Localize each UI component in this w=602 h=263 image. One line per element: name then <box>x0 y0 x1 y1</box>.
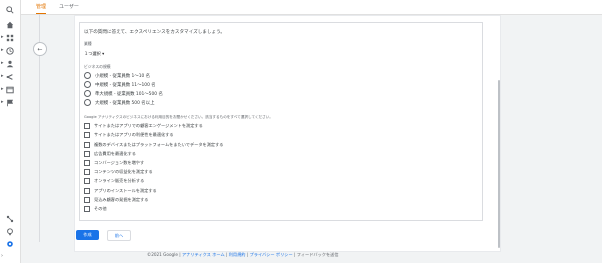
discover-lightbulb-icon[interactable] <box>3 226 17 238</box>
industry-select[interactable]: １つ選択 ▾ <box>84 51 104 57</box>
usage-checkbox-item[interactable]: サイトまたはアプリの利便性を最適化する <box>84 132 174 138</box>
previous-button[interactable]: 前へ <box>107 230 131 241</box>
checkbox[interactable] <box>84 188 90 194</box>
industry-label: 業種 <box>84 41 92 46</box>
admin-gear-icon[interactable] <box>3 238 17 250</box>
checkbox[interactable] <box>84 151 90 157</box>
usage-question-label: Google アナリティクスのビジネスにおける利用目的をお聞かせください。該当す… <box>84 115 273 119</box>
usage-checkbox-item[interactable]: オンライン販売を分析する <box>84 178 144 184</box>
back-arrow-button[interactable]: ← <box>33 42 47 56</box>
copyright-text: ©2021 Google | <box>147 252 183 257</box>
checkbox[interactable] <box>84 197 90 203</box>
scrollbar[interactable] <box>498 80 500 248</box>
usage-checkbox-item[interactable]: コンバージョン数を増やす <box>84 160 144 166</box>
usage-checkbox-item[interactable]: サイトまたはアプリでの顧客エンゲージメントを測定する <box>84 123 203 129</box>
radio-button[interactable] <box>84 72 91 79</box>
checkbox[interactable] <box>84 132 90 138</box>
business-size-option[interactable]: 中規模 - 従業員数 11～100 名 <box>84 81 156 88</box>
privacy-policy-link[interactable]: プライバシー ポリシー <box>250 252 293 257</box>
checkbox[interactable] <box>84 160 90 166</box>
business-size-option[interactable]: 小規模 - 従業員数 1～10 名 <box>84 72 150 79</box>
checkbox[interactable] <box>84 169 90 175</box>
footer: ©2021 Google | アナリティクス ホーム | 利用規約 | プライバ… <box>147 252 339 258</box>
back-arrow-icon: ← <box>37 45 43 53</box>
checkbox[interactable] <box>84 178 90 184</box>
conversions-flag-icon[interactable] <box>3 97 17 109</box>
business-size-label: ビジネスの規模 <box>84 64 111 69</box>
business-size-option[interactable]: 準大規模 - 従業員数 101～500 名 <box>84 90 163 97</box>
audience-person-icon[interactable] <box>3 58 17 70</box>
top-tab-bar: 管理 ユーザー <box>21 0 602 15</box>
home-icon[interactable] <box>3 19 17 31</box>
business-size-option[interactable]: 大規模 - 従業員数 500 名以上 <box>84 99 154 106</box>
send-feedback-link[interactable]: フィードバックを送信 <box>297 252 339 257</box>
left-nav-rail: ▸ ▸ ▸ ▸ ▸ ▸ › <box>0 0 21 263</box>
customization-icon[interactable] <box>3 32 17 44</box>
search-icon[interactable] <box>3 4 17 16</box>
behavior-window-icon[interactable] <box>3 84 17 96</box>
usage-checkbox-item[interactable]: 複数のデバイスまたはプラットフォームをまたいでデータを測定する <box>84 142 223 148</box>
usage-checkbox-item[interactable]: 広告費用を最適化する <box>84 151 136 157</box>
realtime-clock-icon[interactable] <box>3 45 17 57</box>
usage-checkbox-item[interactable]: その他 <box>84 206 107 212</box>
radio-button[interactable] <box>84 99 91 106</box>
checkbox[interactable] <box>84 206 90 212</box>
usage-checkbox-item[interactable]: アプリのインストールを測定する <box>84 188 157 194</box>
create-button[interactable]: 作成 <box>76 230 99 240</box>
terms-link[interactable]: 利用規約 <box>229 252 246 257</box>
acquisition-icon[interactable] <box>3 71 17 83</box>
radio-button[interactable] <box>84 90 91 97</box>
checkbox[interactable] <box>84 123 90 129</box>
usage-checkbox-item[interactable]: コンテンツの収益化を測定する <box>84 169 153 175</box>
analytics-home-link[interactable]: アナリティクス ホーム <box>182 252 225 257</box>
radio-button[interactable] <box>84 81 91 88</box>
tab-users[interactable]: ユーザー <box>59 2 79 13</box>
checkbox[interactable] <box>84 142 90 148</box>
intro-text: 以下の質問に答えて、エクスペリエンスをカスタマイズしましょう。 <box>84 30 225 35</box>
tab-admin[interactable]: 管理 <box>36 2 47 14</box>
attribution-icon[interactable] <box>3 213 17 225</box>
usage-checkbox-item[interactable]: 見込み顧客の発掘を測定する <box>84 197 148 203</box>
collapse-nav-icon[interactable]: › <box>1 253 3 259</box>
